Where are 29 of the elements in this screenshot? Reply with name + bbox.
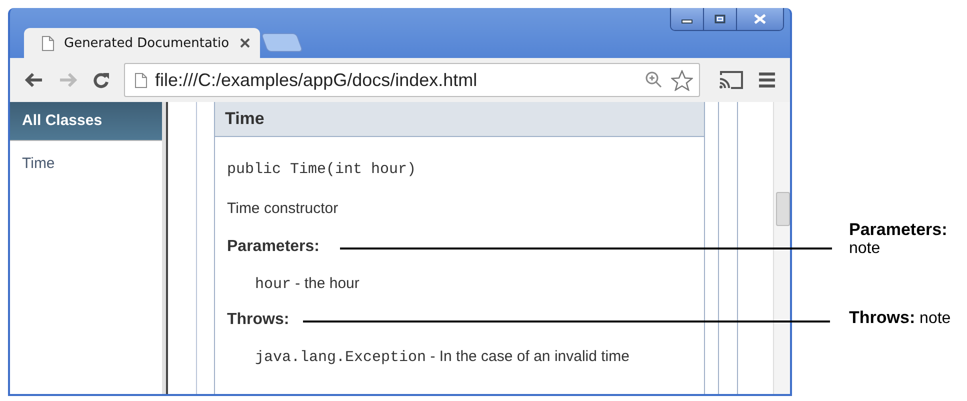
close-icon (753, 14, 767, 24)
callout-label: Throws: note (849, 308, 952, 328)
zoom-icon[interactable] (645, 71, 663, 89)
section-heading: Throws: (227, 311, 290, 329)
callout-label: Parameters: note (849, 220, 948, 258)
section-heading: Parameters: (227, 238, 320, 256)
browser-tab[interactable]: Generated Documentatio (24, 28, 260, 58)
sidebar-heading: All Classes (10, 102, 162, 141)
page-icon (135, 72, 147, 88)
method-description: Time constructor (227, 200, 340, 219)
star-icon[interactable] (671, 70, 693, 90)
reload-icon[interactable] (92, 71, 110, 89)
page-icon (42, 36, 54, 50)
scroll-thumb[interactable] (776, 192, 790, 226)
address-bar[interactable]: file:///C:/examples/appG/docs/index.html (124, 63, 700, 97)
method-signature: public Time(int hour) (227, 161, 418, 180)
cast-icon[interactable] (718, 70, 744, 90)
parameter-text: java.lang.Exception - In the case of an invalid time (254, 348, 630, 368)
class-link[interactable]: Time (10, 141, 162, 172)
minimize-button[interactable] (671, 8, 704, 30)
maximize-icon (714, 14, 726, 24)
scrollbar[interactable] (773, 102, 790, 394)
maximize-button[interactable] (704, 8, 737, 30)
close-button[interactable] (737, 8, 783, 30)
back-icon[interactable] (24, 72, 44, 88)
class-title: Time (215, 102, 704, 137)
menu-icon[interactable] (758, 72, 776, 88)
parameter-text: hour - the hour (254, 275, 360, 295)
close-icon[interactable] (240, 38, 250, 48)
